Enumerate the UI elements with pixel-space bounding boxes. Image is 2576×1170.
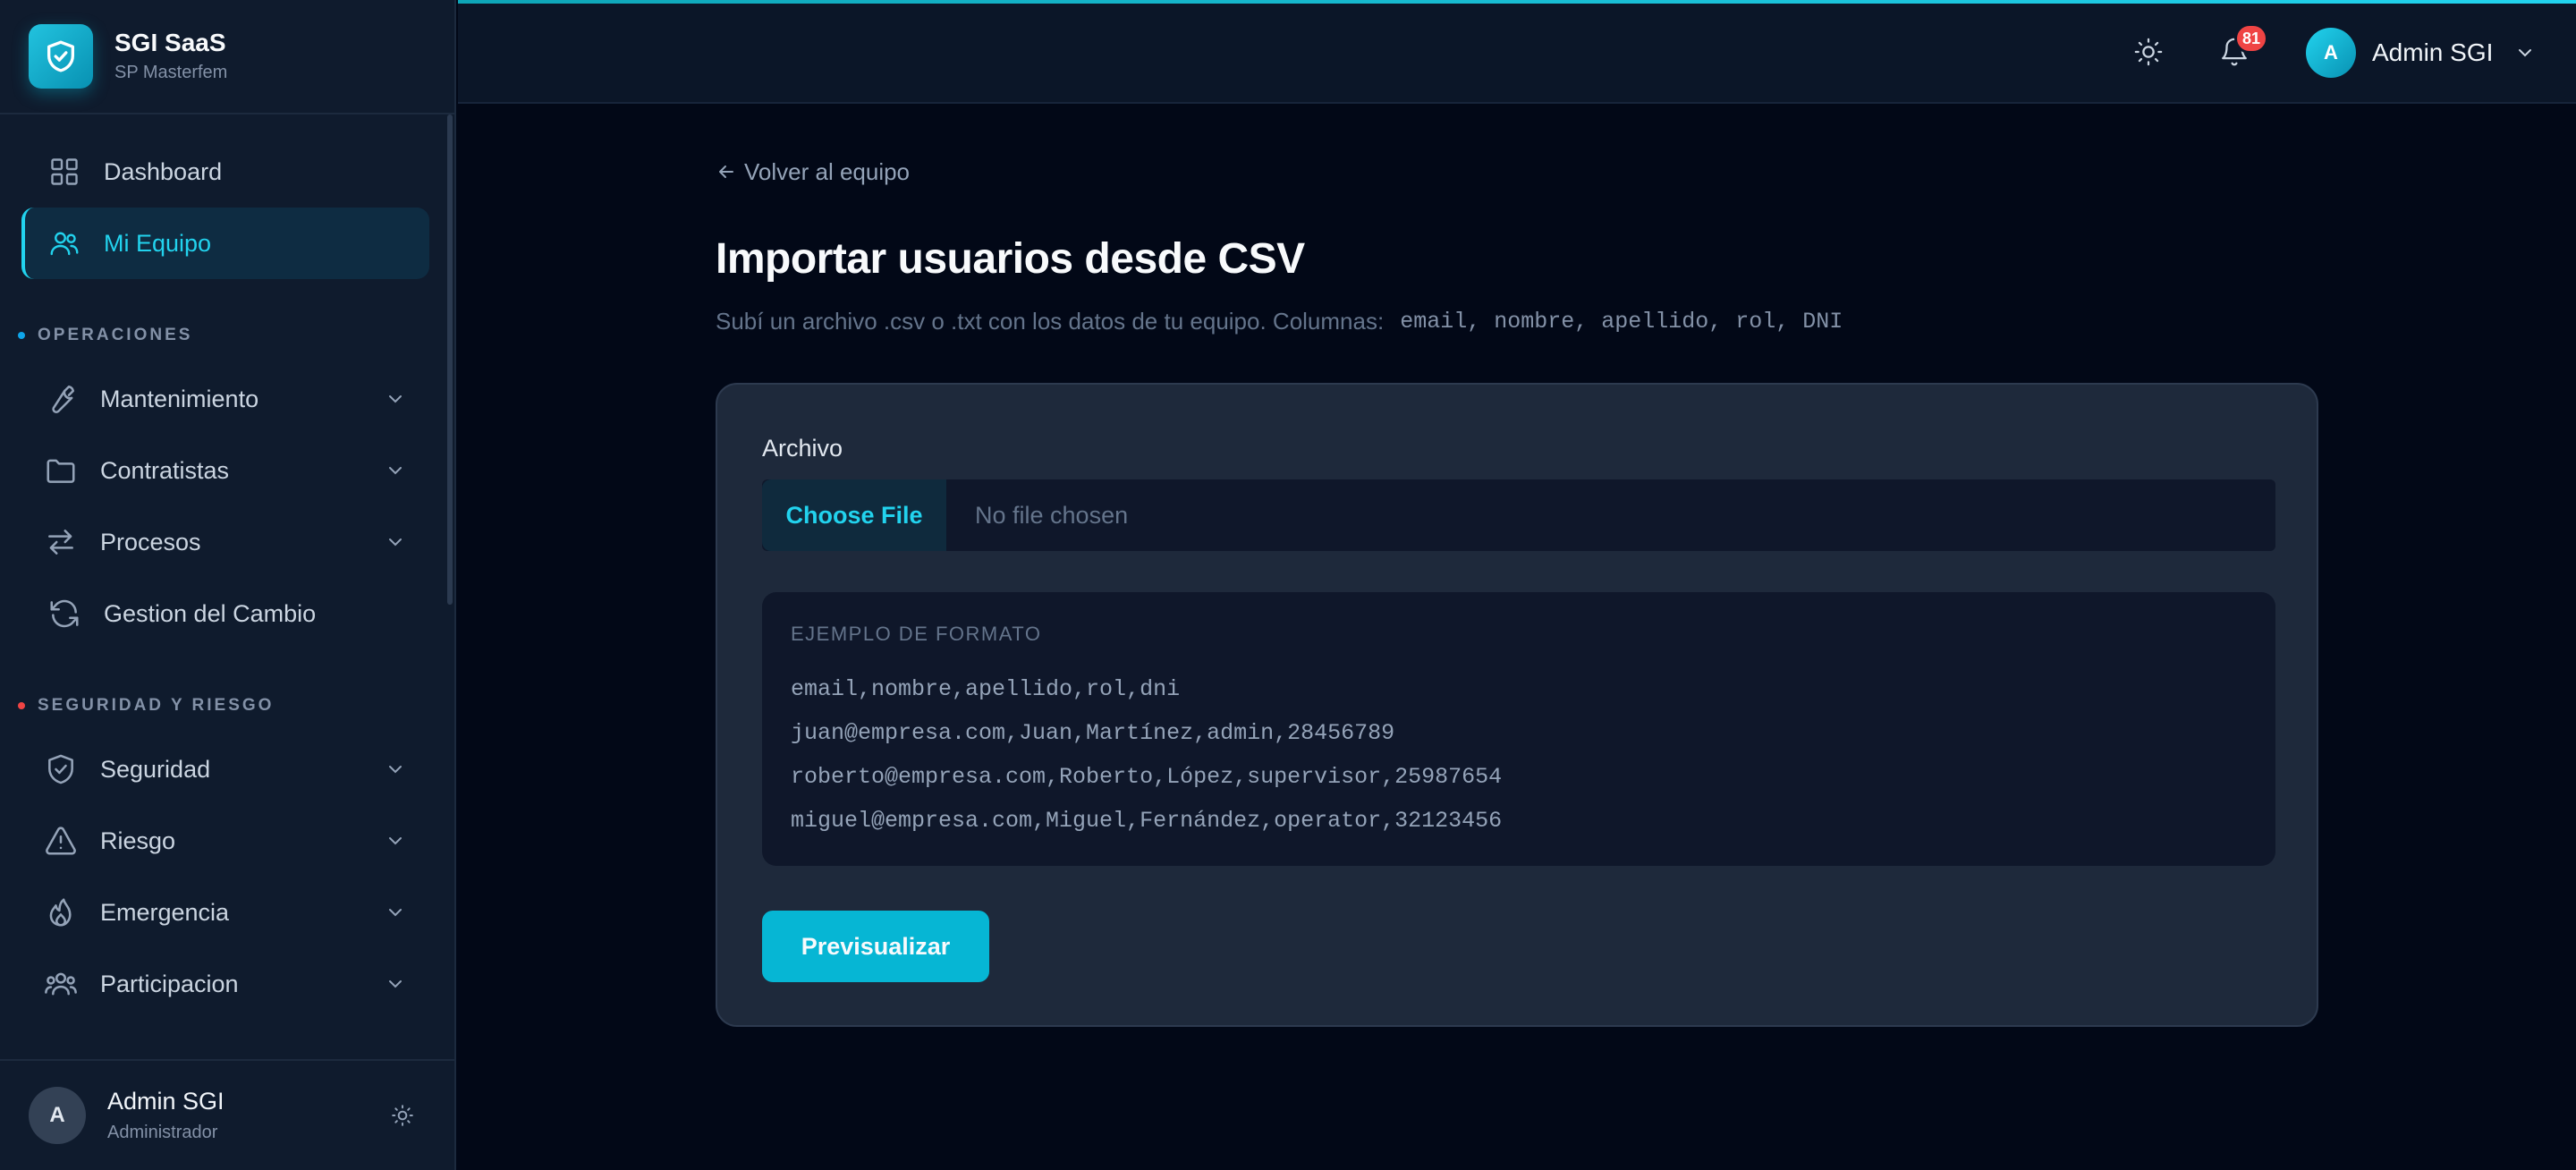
chevron-down-icon[interactable] (383, 971, 408, 996)
sun-icon[interactable] (385, 1098, 420, 1133)
avatar: A (29, 1087, 86, 1144)
page-title: Importar usuarios desde CSV (716, 235, 1305, 283)
section-dot (18, 702, 25, 709)
back-link-label: Volver al equipo (744, 157, 911, 185)
wrench-icon (43, 381, 79, 417)
arrow-left-icon (716, 161, 737, 182)
sidebar-item-mantenimiento[interactable]: Mantenimiento (21, 363, 429, 435)
sidebar-item-label: Participacion (100, 970, 239, 997)
group-icon (43, 966, 79, 1002)
refresh-icon (47, 596, 82, 632)
sidebar-item-label: Mi Equipo (104, 229, 212, 257)
user-menu[interactable]: A Admin SGI (2306, 27, 2538, 79)
sidebar-item-label: Mantenimiento (100, 385, 259, 412)
user-name: Admin SGI (107, 1088, 225, 1115)
sidebar-item-label: Riesgo (100, 827, 176, 854)
back-link[interactable]: Volver al equipo (716, 156, 910, 188)
user-role: Administrador (107, 1123, 218, 1142)
arrows-icon (43, 524, 79, 560)
sidebar-item-dashboard[interactable]: Dashboard (21, 136, 429, 208)
example-line: juan@empresa.com,Juan,Martínez,admin,284… (791, 720, 1395, 746)
sidebar-item-riesgo[interactable]: Riesgo (21, 805, 429, 877)
sidebar-user-footer[interactable]: A Admin SGI Administrador (0, 1059, 454, 1170)
page-subtitle: Subí un archivo .csv o .txt con los dato… (716, 308, 1843, 335)
sidebar-item-label: Dashboard (104, 157, 223, 185)
folder-icon (43, 453, 79, 488)
sidebar-item-procesos[interactable]: Procesos (21, 506, 429, 578)
sidebar-item-emergencia[interactable]: Emergencia (21, 877, 429, 948)
sidebar-item-contratistas[interactable]: Contratistas (21, 435, 429, 506)
shield-check-icon (43, 751, 79, 787)
chevron-down-icon[interactable] (383, 900, 408, 925)
sidebar-item-label: Procesos (100, 528, 201, 555)
sidebar-nav: Dashboard Mi Equipo OPERACIONES Mantenim… (0, 114, 453, 1057)
section-title-text: SEGURIDAD Y RIESGO (38, 696, 275, 715)
file-status: No file chosen (975, 501, 1129, 529)
preview-button[interactable]: Previsualizar (762, 911, 989, 982)
chevron-down-icon[interactable] (383, 757, 408, 782)
topbar: 81 A Admin SGI (458, 0, 2576, 104)
brand-name: SGI SaaS (114, 29, 226, 56)
example-line: miguel@empresa.com,Miguel,Fernández,oper… (791, 808, 1503, 834)
file-input[interactable]: Choose File No file chosen (762, 479, 2275, 551)
example-line: email,nombre,apellido,rol,dni (791, 676, 1181, 702)
columns-list: email, nombre, apellido, rol, DNI (1400, 309, 1843, 335)
grid-icon (47, 154, 82, 190)
topbar-accent-line (458, 0, 2576, 4)
sidebar-item-label: Gestion del Cambio (104, 599, 317, 627)
user-name: Admin SGI (2372, 38, 2494, 66)
chevron-down-icon[interactable] (383, 458, 408, 483)
sidebar-item-participacion[interactable]: Participacion (21, 948, 429, 1020)
example-title: EJEMPLO DE FORMATO (791, 623, 1042, 645)
chevron-down-icon[interactable] (383, 530, 408, 555)
sun-icon[interactable] (2131, 34, 2166, 70)
section-title-seguridad-y-riesgo: SEGURIDAD Y RIESGO (18, 696, 275, 716)
import-card: Archivo Choose File No file chosen EJEMP… (716, 383, 2318, 1027)
sidebar-item-label: Contratistas (100, 456, 230, 484)
sidebar-item-mi-equipo[interactable]: Mi Equipo (21, 208, 429, 279)
section-title-operaciones: OPERACIONES (18, 326, 193, 345)
sidebar-item-label: Emergencia (100, 898, 230, 926)
notification-badge: 81 (2234, 23, 2269, 54)
warning-icon (43, 823, 79, 859)
sidebar-item-label: Seguridad (100, 755, 211, 783)
sidebar: SGI SaaS SP Masterfem Dashboard Mi Equip… (0, 0, 456, 1170)
example-code: email,nombre,apellido,rol,dni juan@empre… (791, 674, 1502, 850)
file-label: Archivo (762, 435, 843, 462)
section-dot (18, 332, 25, 339)
chevron-down-icon[interactable] (383, 828, 408, 853)
chevron-down-icon[interactable] (383, 386, 408, 411)
sidebar-item-seguridad[interactable]: Seguridad (21, 733, 429, 805)
flame-icon (43, 894, 79, 930)
chevron-down-icon (2512, 40, 2538, 65)
choose-file-button[interactable]: Choose File (762, 479, 946, 551)
avatar: A (2306, 28, 2356, 78)
example-line: roberto@empresa.com,Roberto,López,superv… (791, 764, 1503, 790)
brand[interactable]: SGI SaaS SP Masterfem (0, 0, 454, 114)
brand-subtitle: SP Masterfem (114, 63, 228, 82)
sidebar-scrollbar[interactable] (447, 114, 453, 605)
shield-logo-icon (29, 24, 93, 89)
section-title-text: OPERACIONES (38, 326, 193, 344)
sidebar-item-gestion-del-cambio[interactable]: Gestion del Cambio (21, 578, 429, 649)
format-example: EJEMPLO DE FORMATO email,nombre,apellido… (762, 592, 2275, 866)
users-icon (47, 225, 82, 261)
subtitle-text: Subí un archivo .csv o .txt con los dato… (716, 308, 1385, 335)
